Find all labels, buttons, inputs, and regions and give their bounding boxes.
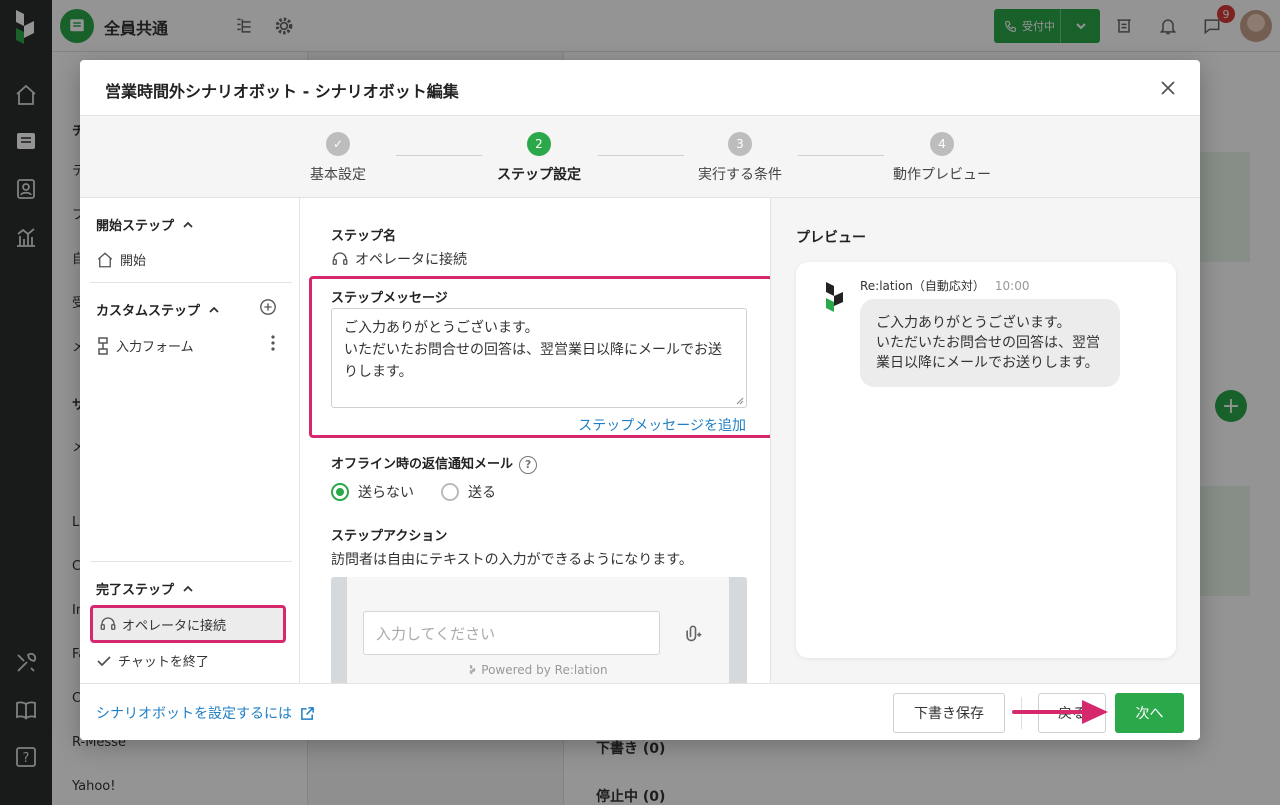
- step-editor: ステップ名 オペレータに接続 ステップメッセージ ご入力ありがとうございます。 …: [306, 198, 771, 683]
- more-vertical-icon[interactable]: [266, 334, 280, 356]
- bubble-line: 業日以降にメールでお送りします。: [876, 355, 1099, 371]
- section-label: カスタムステップ: [96, 304, 201, 319]
- step-tree: 開始ステップ 開始 カスタムステップ 入力フォーム 完了ステップ オペレータに接…: [80, 198, 300, 683]
- form-node-icon: [98, 336, 108, 355]
- step-name-text: オペレータに接続: [355, 252, 467, 268]
- step-label: 実行する条件: [698, 167, 782, 183]
- headset-icon: [100, 617, 116, 630]
- save-draft-button[interactable]: 下書き保存: [893, 693, 1005, 733]
- offline-mail-label-text: オフライン時の返信通知メール: [331, 457, 514, 472]
- message-time: 10:00: [994, 279, 1030, 293]
- bubble-line: いただいたお問合せの回答は、翌営: [876, 335, 1100, 351]
- check-icon: ✓: [326, 132, 350, 156]
- step-label: 動作プレビュー: [893, 167, 991, 183]
- check-icon: [97, 655, 111, 666]
- bot-name-row: Re:lation（自動応対） 10:00: [860, 277, 1030, 294]
- tree-item-label: オペレータに接続: [122, 618, 227, 634]
- custom-step-section[interactable]: カスタムステップ: [96, 300, 220, 319]
- tree-item-label: 入力フォーム: [116, 340, 194, 355]
- chevron-up-icon[interactable]: [208, 304, 220, 316]
- help-question-icon[interactable]: ?: [519, 455, 538, 474]
- tree-item-label: 開始: [120, 254, 147, 269]
- bubble-line: ご入力ありがとうございます。: [876, 315, 1071, 331]
- message-line: りします。: [344, 364, 413, 380]
- divider: [90, 282, 292, 283]
- step-conditions[interactable]: 3 実行する条件: [670, 132, 810, 184]
- tree-item-connect-operator[interactable]: オペレータに接続: [90, 605, 286, 643]
- next-button[interactable]: 次へ: [1115, 693, 1184, 733]
- radio-send[interactable]: 送る: [441, 482, 496, 502]
- step-message-label: ステップメッセージ: [331, 291, 448, 306]
- step-name-value: オペレータに接続: [331, 249, 467, 269]
- headset-icon: [332, 252, 348, 265]
- step-name-label: ステップ名: [331, 229, 397, 244]
- widget-text-input: 入力してください: [363, 611, 660, 655]
- step-preview[interactable]: 4 動作プレビュー: [872, 132, 1012, 184]
- step-action-description: 訪問者は自由にテキストの入力ができるようになります。: [331, 552, 693, 568]
- modal-header: 営業時間外シナリオボット - シナリオボット編集: [80, 60, 1200, 116]
- add-step-message-link[interactable]: ステップメッセージを追加: [578, 415, 746, 435]
- radio-label: 送らない: [358, 485, 414, 501]
- radio-unselected-icon: [441, 483, 459, 501]
- tree-item-label: チャットを終了: [118, 655, 209, 670]
- tree-item-end-chat[interactable]: チャットを終了: [96, 651, 209, 670]
- powered-by-text: Powered by Re:lation: [481, 663, 608, 677]
- preview-pane: プレビュー Re:lation（自動応対） 10:00 ご入力ありがとうございます…: [771, 198, 1200, 683]
- annotation-arrow-icon: [1012, 700, 1108, 724]
- attachment-clip-icon: [686, 625, 702, 642]
- step-number: 3: [728, 132, 752, 156]
- step-basic-settings[interactable]: ✓ 基本設定: [268, 132, 408, 184]
- resize-handle-icon[interactable]: [736, 397, 744, 405]
- step-label: 基本設定: [310, 167, 366, 183]
- step-step-settings[interactable]: 2 ステップ設定: [469, 132, 609, 184]
- message-line: ご入力ありがとうございます。: [344, 320, 539, 336]
- preview-message-bubble: ご入力ありがとうございます。 いただいたお問合せの回答は、翌営 業日以降にメール…: [860, 299, 1120, 387]
- external-link-icon: [301, 706, 314, 720]
- chat-widget-preview: 入力してください Powered by Re:lation: [331, 577, 747, 683]
- radio-selected-icon: [331, 483, 349, 501]
- section-label: 開始ステップ: [96, 219, 175, 234]
- help-link-text: シナリオボットを設定するには: [96, 706, 292, 722]
- scenario-bot-edit-modal: 営業時間外シナリオボット - シナリオボット編集 ✓ 基本設定 2 ステップ設定…: [80, 60, 1200, 740]
- tree-item-start[interactable]: 開始: [96, 250, 146, 269]
- divider: [90, 561, 292, 562]
- modal-title: 営業時間外シナリオボット - シナリオボット編集: [105, 82, 459, 101]
- offline-mail-label: オフライン時の返信通知メール?: [331, 453, 538, 474]
- radio-do-not-send[interactable]: 送らない: [331, 482, 414, 502]
- wizard-stepper: ✓ 基本設定 2 ステップ設定 3 実行する条件 4 動作プレビュー: [80, 116, 1200, 198]
- home-icon: [97, 251, 113, 267]
- add-step-plus-icon[interactable]: [259, 298, 277, 320]
- preview-chat-card: Re:lation（自動応対） 10:00 ご入力ありがとうございます。 いただい…: [796, 262, 1176, 658]
- step-message-textarea[interactable]: ご入力ありがとうございます。 いただいたお問合せの回答は、翌営業日以降にメールで…: [331, 308, 747, 408]
- chat-widget-inner: 入力してください Powered by Re:lation: [347, 577, 729, 683]
- powered-by-label: Powered by Re:lation: [347, 663, 729, 677]
- end-step-section[interactable]: 完了ステップ: [96, 579, 194, 598]
- step-label: ステップ設定: [497, 167, 581, 183]
- close-icon[interactable]: [1158, 78, 1178, 98]
- chevron-up-icon[interactable]: [182, 219, 194, 231]
- relation-mini-logo: [470, 664, 476, 675]
- bot-avatar-logo: [818, 278, 850, 316]
- chevron-up-icon[interactable]: [182, 583, 194, 595]
- step-action-label: ステップアクション: [331, 529, 448, 544]
- scenario-bot-help-link[interactable]: シナリオボットを設定するには: [96, 703, 315, 723]
- section-label: 完了ステップ: [96, 583, 175, 598]
- start-step-section[interactable]: 開始ステップ: [96, 215, 194, 234]
- step-number: 2: [527, 132, 551, 156]
- tree-item-input-form[interactable]: 入力フォーム: [96, 336, 194, 355]
- step-number: 4: [930, 132, 954, 156]
- message-line: いただいたお問合せの回答は、翌営業日以降にメールでお送: [344, 342, 722, 358]
- radio-label: 送る: [468, 485, 496, 501]
- preview-title: プレビュー: [796, 230, 866, 246]
- bot-name: Re:lation（自動応対）: [860, 279, 985, 293]
